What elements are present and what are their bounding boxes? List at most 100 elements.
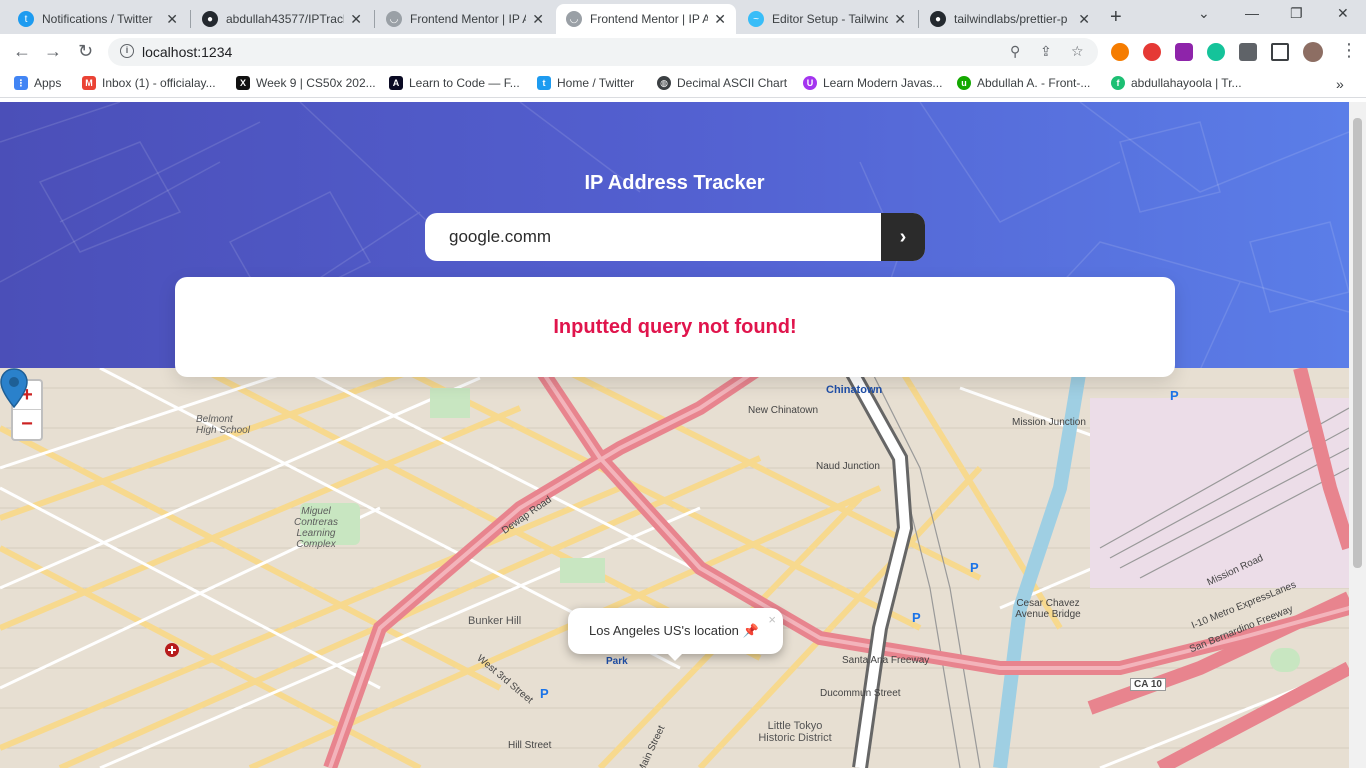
upwork-icon: u — [957, 76, 971, 90]
tailwind-icon: ~ — [748, 11, 764, 27]
browser-tab-strip: t Notifications / Twitter ✕ ● abdullah43… — [0, 0, 1366, 34]
share-icon[interactable]: ⇪ — [1040, 43, 1052, 60]
reload-icon[interactable]: ↻ — [78, 41, 93, 62]
browser-tab[interactable]: ◡ Frontend Mentor | IP A ✕ — [376, 4, 554, 34]
browser-tab[interactable]: ● abdullah43577/IPTrack ✕ — [192, 4, 372, 34]
search-bar: › — [425, 213, 925, 261]
extension-icon[interactable] — [1143, 43, 1161, 61]
map-label: Little Tokyo Historic District — [758, 720, 832, 744]
github-icon: ● — [930, 11, 946, 27]
tab-title: abdullah43577/IPTrack — [226, 12, 345, 26]
bookmark-label: abdullahayoola | Tr... — [1131, 76, 1242, 90]
tab-title: Frontend Mentor | IP A — [590, 12, 709, 26]
browser-tab[interactable]: t Notifications / Twitter ✕ — [8, 4, 188, 34]
menu-icon[interactable]: ⋮ — [1340, 40, 1358, 61]
map-popup: Los Angeles US's location 📌 × — [568, 608, 783, 661]
close-icon[interactable]: ✕ — [894, 11, 906, 28]
map-label: Cesar Chavez Avenue Bridge — [1015, 598, 1081, 620]
map-label: CA 10 — [1130, 678, 1166, 691]
bookmark-label: Learn Modern Javas... — [823, 76, 943, 90]
bookmark-label: Decimal ASCII Chart — [677, 76, 788, 90]
bookmark-fiverr[interactable]: f abdullahayoola | Tr... — [1111, 76, 1242, 90]
tab-title: Notifications / Twitter — [42, 12, 153, 26]
bookmark-star-icon[interactable]: ☆ — [1071, 43, 1084, 60]
map-view[interactable]: P P P P Chinatown New Chinatown Naud Jun… — [0, 368, 1349, 768]
bookmark-freecodecamp[interactable]: A Learn to Code — F... — [389, 76, 520, 90]
forward-icon[interactable]: → — [44, 41, 62, 62]
bookmark-cs50[interactable]: X Week 9 | CS50x 202... — [236, 76, 376, 90]
puzzle-icon[interactable] — [1239, 43, 1257, 61]
bookmark-label: Home / Twitter — [557, 76, 635, 90]
map-label: Naud Junction — [816, 461, 880, 472]
more-bookmarks-icon[interactable]: » — [1336, 76, 1344, 92]
popup-close-button[interactable]: × — [768, 612, 776, 627]
bookmark-upwork[interactable]: u Abdullah A. - Front-... — [957, 76, 1090, 90]
submit-button[interactable]: › — [881, 213, 925, 261]
popup-text: Los Angeles US's location 📌 — [589, 623, 759, 638]
tab-title: tailwindlabs/prettier-p — [954, 12, 1068, 26]
github-icon: ● — [202, 11, 218, 27]
globe-icon: ◍ — [657, 76, 671, 90]
site-info-icon[interactable]: i — [120, 44, 134, 58]
browser-tab-active[interactable]: ◡ Frontend Mentor | IP A ✕ — [556, 4, 736, 34]
svg-text:P: P — [912, 610, 921, 625]
bookmark-label: Inbox (1) - officialay... — [102, 76, 216, 90]
close-icon[interactable]: ✕ — [532, 11, 544, 28]
close-icon[interactable]: ✕ — [714, 11, 726, 28]
map-label: Park — [606, 656, 628, 667]
bookmark-label: Week 9 | CS50x 202... — [256, 76, 376, 90]
tab-search-icon[interactable]: ⌄ — [1198, 5, 1210, 22]
close-icon[interactable]: ✕ — [166, 11, 178, 28]
bookmark-twitter[interactable]: t Home / Twitter — [537, 76, 634, 90]
extension-icon[interactable] — [1111, 43, 1129, 61]
map-label: Santa Ana Freeway — [842, 655, 930, 666]
address-bar[interactable]: i localhost:1234 ⚲ ⇪ ☆ — [108, 38, 1098, 66]
restore-icon[interactable]: ❐ — [1290, 5, 1303, 22]
minimize-icon[interactable]: — — [1245, 5, 1259, 21]
tab-title: Frontend Mentor | IP A — [410, 12, 527, 26]
fiverr-icon: f — [1111, 76, 1125, 90]
bookmark-ascii[interactable]: ◍ Decimal ASCII Chart — [657, 76, 787, 90]
grammarly-icon[interactable] — [1207, 43, 1225, 61]
bookmark-gmail[interactable]: M Inbox (1) - officialay... — [82, 76, 216, 90]
avatar[interactable] — [1303, 42, 1323, 62]
chevron-right-icon: › — [899, 225, 907, 248]
extension-icon[interactable] — [1175, 43, 1193, 61]
apps-grid-icon: ⋮ — [14, 76, 28, 90]
bookmark-javascript-course[interactable]: U Learn Modern Javas... — [803, 76, 942, 90]
bookmark-label: Abdullah A. - Front-... — [977, 76, 1091, 90]
browser-toolbar: ← → ↻ i localhost:1234 ⚲ ⇪ ☆ ⋮ — [0, 34, 1366, 70]
app-page: IP Address Tracker › Inputted query not … — [0, 102, 1349, 768]
bookmark-label: Learn to Code — F... — [409, 76, 520, 90]
ip-search-input[interactable] — [425, 213, 881, 261]
scrollbar-thumb[interactable] — [1353, 118, 1362, 568]
popup-tip — [666, 652, 684, 661]
location-icon[interactable]: ⚲ — [1010, 43, 1020, 60]
window-close-icon[interactable]: ✕ — [1337, 5, 1349, 22]
result-card: Inputted query not found! — [175, 277, 1175, 377]
bookmark-apps[interactable]: ⋮ Apps — [14, 76, 61, 90]
zoom-out-button[interactable]: − — [13, 410, 41, 439]
svg-text:P: P — [970, 560, 979, 575]
url-text: localhost:1234 — [142, 44, 233, 60]
map-marker-icon[interactable] — [0, 368, 28, 408]
twitter-icon: t — [18, 11, 34, 27]
map-label: Mission Junction — [1012, 417, 1086, 428]
back-icon[interactable]: ← — [13, 41, 31, 62]
bookmarks-bar: ⋮ Apps M Inbox (1) - officialay... X Wee… — [0, 70, 1366, 98]
map-label: New Chinatown — [748, 405, 819, 416]
browser-tab[interactable]: ~ Editor Setup - Tailwind ✕ — [738, 4, 916, 34]
gmail-icon: M — [82, 76, 96, 90]
page-scrollbar[interactable] — [1349, 102, 1366, 768]
close-icon[interactable]: ✕ — [350, 11, 362, 28]
error-message: Inputted query not found! — [553, 316, 797, 338]
browser-tab[interactable]: ● tailwindlabs/prettier-p ✕ — [920, 4, 1100, 34]
page-title: IP Address Tracker — [584, 172, 765, 194]
new-tab-icon[interactable]: + — [1110, 6, 1122, 29]
svg-text:P: P — [1170, 388, 1179, 403]
frontend-mentor-icon: ◡ — [386, 11, 402, 27]
map-label: Hill Street — [508, 740, 552, 751]
side-panel-icon[interactable] — [1271, 43, 1289, 61]
frontend-mentor-icon: ◡ — [566, 11, 582, 27]
close-icon[interactable]: ✕ — [1078, 11, 1090, 28]
